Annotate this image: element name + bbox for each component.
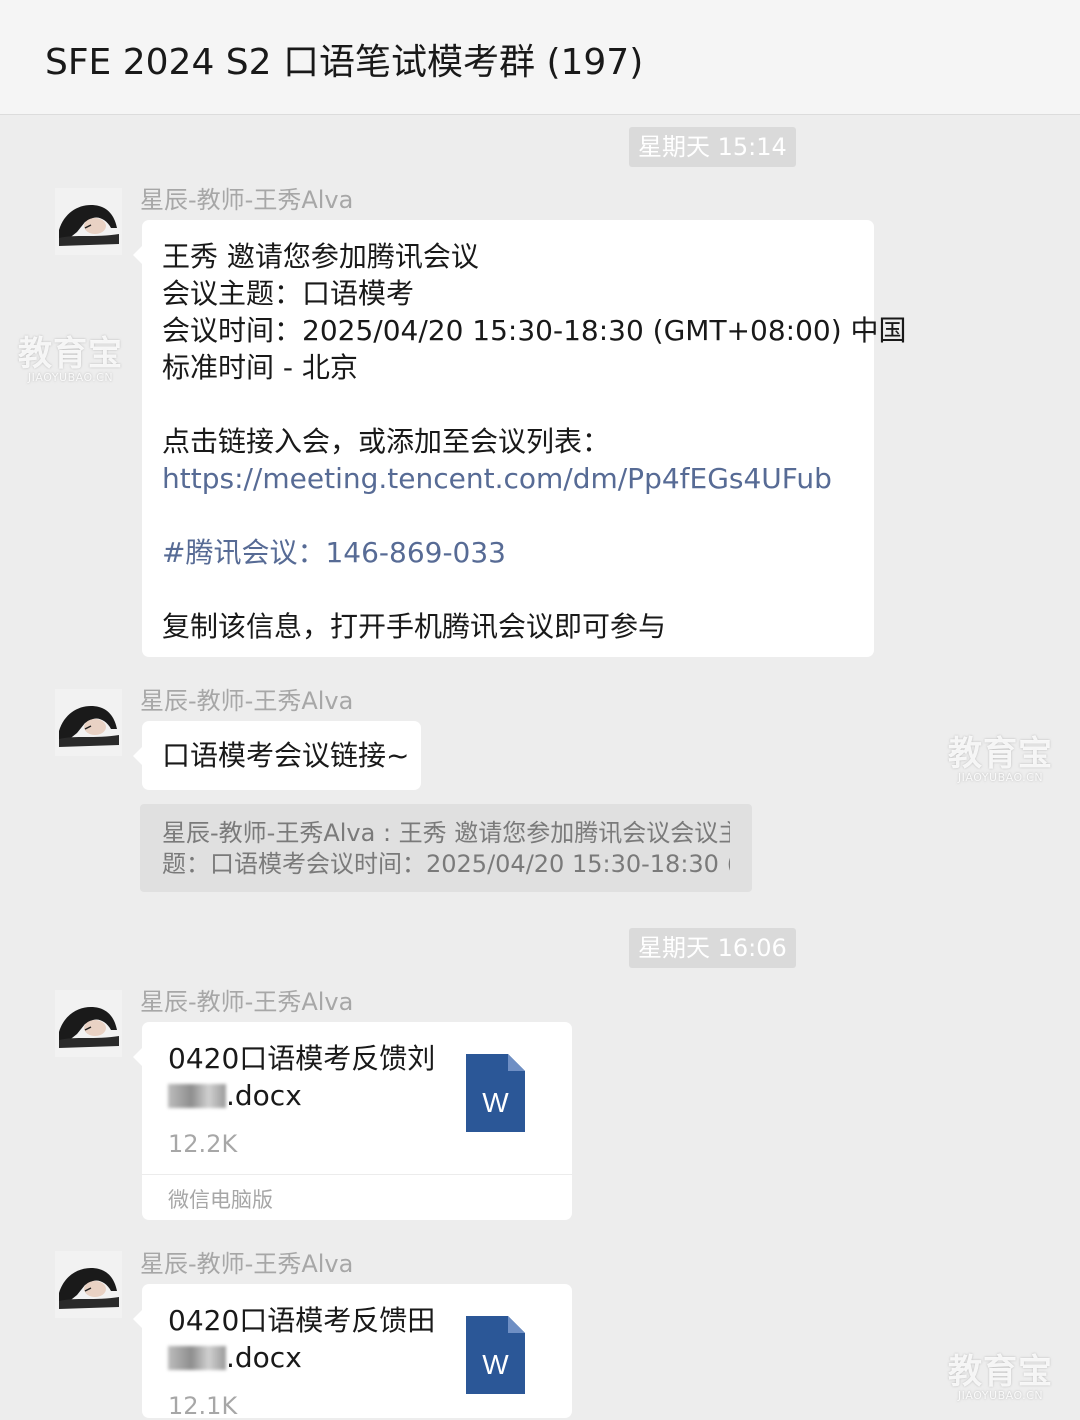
avatar[interactable] [55, 1251, 122, 1318]
sender-name: 星辰-教师-王秀Alva [140, 186, 354, 214]
message-text: 口语模考会议链接~ [162, 739, 410, 772]
timestamp: 星期天 15:14 [629, 127, 796, 167]
file-source: 微信电脑版 [168, 1188, 273, 1212]
sender-name: 星辰-教师-王秀Alva [140, 988, 354, 1016]
timestamp: 星期天 16:06 [629, 928, 796, 968]
meeting-link[interactable]: https://meeting.tencent.com/dm/Pp4fEGs4U… [162, 460, 862, 497]
file-name-line: 0420口语模考反馈刘 [168, 1042, 436, 1075]
file-name-line: 0420口语模考反馈田 [168, 1304, 436, 1337]
chat-title: SFE 2024 S2 口语笔试模考群 (197) [45, 42, 644, 83]
quote-line: 题：口语模考会议时间：2025/04/20 15:30-18:30 (... [162, 850, 730, 878]
redacted-text [168, 1346, 226, 1370]
file-size: 12.1K [168, 1392, 238, 1420]
chat-header: SFE 2024 S2 口语笔试模考群 (197) [0, 0, 1080, 115]
meeting-invite-bubble[interactable]: 王秀 邀请您参加腾讯会议 会议主题：口语模考 会议时间：2025/04/20 1… [133, 220, 907, 657]
join-instruction: 点击链接入会，或添加至会议列表： [162, 425, 611, 458]
divider [142, 1174, 572, 1175]
redacted-text [168, 1084, 226, 1108]
sender-name: 星辰-教师-王秀Alva [140, 1250, 354, 1278]
watermark-logo: 教育宝 JIAOYUBAO.CN [948, 1352, 1053, 1402]
meeting-time: 会议时间：2025/04/20 15:30-18:30 (GMT+08:00) … [162, 314, 907, 347]
word-icon-letter: W [482, 1087, 509, 1118]
word-doc-icon: W [466, 1316, 525, 1394]
meeting-topic: 会议主题：口语模考 [162, 277, 415, 310]
avatar[interactable] [55, 990, 122, 1057]
quote-line: 星辰-教师-王秀Alva : 王秀 邀请您参加腾讯会议会议主 [162, 819, 730, 847]
meeting-invite-text: 王秀 邀请您参加腾讯会议 会议主题：口语模考 会议时间：2025/04/20 1… [162, 238, 907, 645]
avatar[interactable] [55, 188, 122, 255]
file-size: 12.2K [168, 1130, 238, 1158]
copy-instruction: 复制该信息，打开手机腾讯会议即可参与 [162, 610, 667, 643]
quoted-message[interactable]: 星辰-教师-王秀Alva : 王秀 邀请您参加腾讯会议会议主 题：口语模考会议时… [140, 804, 752, 892]
file-name: 0420口语模考反馈田 .docx [168, 1302, 448, 1376]
file-extension: .docx [226, 1079, 302, 1112]
watermark-logo: 教育宝 JIAOYUBAO.CN [948, 734, 1053, 784]
avatar[interactable] [55, 689, 122, 756]
meeting-id-link[interactable]: #腾讯会议：146-869-033 [162, 534, 862, 571]
watermark-logo: 教育宝 JIAOYUBAO.CN [18, 334, 123, 384]
file-message-card[interactable]: 0420口语模考反馈刘 .docx W 12.2K 微信电脑版 [133, 1022, 572, 1220]
word-icon-letter: W [482, 1349, 509, 1380]
word-doc-icon: W [466, 1054, 525, 1132]
sender-name: 星辰-教师-王秀Alva [140, 687, 354, 715]
meeting-timezone: 标准时间 - 北京 [162, 351, 358, 384]
file-extension: .docx [226, 1341, 302, 1374]
invite-line: 王秀 邀请您参加腾讯会议 [162, 240, 479, 273]
text-message-bubble[interactable]: 口语模考会议链接~ [133, 721, 421, 790]
file-message-card[interactable]: 0420口语模考反馈田 .docx W 12.1K [133, 1284, 572, 1420]
file-name: 0420口语模考反馈刘 .docx [168, 1040, 448, 1114]
